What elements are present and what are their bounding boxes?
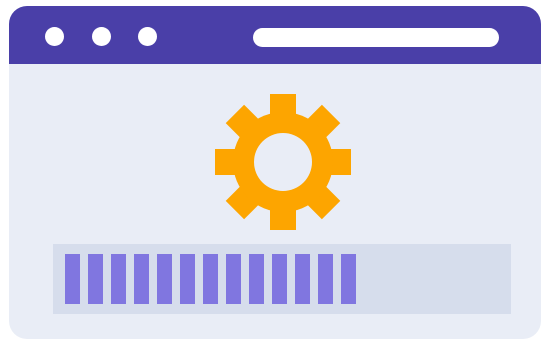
progress-segment [157,254,172,304]
gear-icon [215,94,351,230]
window-dot-icon[interactable] [138,27,157,46]
progress-segment [272,254,287,304]
title-bar [9,6,541,64]
progress-segment [180,254,195,304]
address-bar[interactable] [253,28,499,47]
progress-segment [295,254,310,304]
window-dot-icon[interactable] [92,27,111,46]
progress-segment [226,254,241,304]
progress-segment [203,254,218,304]
progress-segment [65,254,80,304]
progress-segment [88,254,103,304]
progress-segment [249,254,264,304]
browser-window [9,6,541,339]
progress-segment [318,254,333,304]
progress-segment [111,254,126,304]
progress-bar [53,244,511,314]
progress-segment [134,254,149,304]
window-dot-icon[interactable] [45,27,64,46]
progress-fill [65,254,356,304]
progress-segment [341,254,356,304]
